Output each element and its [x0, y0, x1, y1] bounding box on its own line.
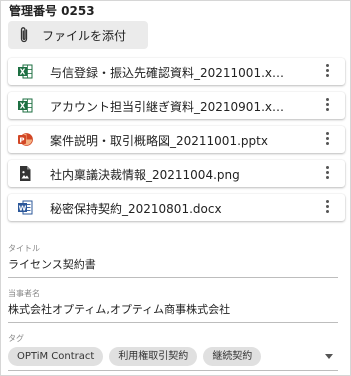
- excel-icon: X: [18, 64, 33, 79]
- parties-field[interactable]: 当事者名 株式会社オプティム,オプティム商事株式会社: [8, 288, 338, 323]
- more-options-icon[interactable]: [325, 98, 329, 113]
- tag-chip[interactable]: 利用権取引契約: [109, 347, 198, 366]
- svg-text:X: X: [20, 67, 26, 76]
- more-options-icon[interactable]: [325, 200, 329, 215]
- more-options-icon[interactable]: [325, 64, 329, 79]
- file-list: X 与信登録・振込先確認資料_20211001.x… X アカウント担当引継ぎ資…: [8, 58, 345, 228]
- tag-chip[interactable]: OPTiM Contract: [8, 347, 104, 366]
- file-item[interactable]: X アカウント担当引継ぎ資料_20210901.x…: [8, 92, 345, 119]
- image-file-icon: [20, 166, 31, 181]
- tag-list: OPTiM Contract 利用権取引契約 継続契約: [8, 347, 262, 366]
- file-name: アカウント担当引継ぎ資料_20210901.x…: [50, 100, 284, 114]
- file-item[interactable]: X 与信登録・振込先確認資料_20211001.x…: [8, 58, 345, 85]
- more-options-icon[interactable]: [325, 166, 329, 181]
- word-icon: W: [18, 200, 33, 215]
- title-value[interactable]: ライセンス契約書: [8, 256, 338, 272]
- title-field[interactable]: タイトル ライセンス契約書: [8, 243, 338, 278]
- tags-field: タグ: [8, 333, 338, 344]
- tags-underline: [8, 370, 338, 371]
- file-item[interactable]: P 案件説明・取引概略図_20211001.pptx: [8, 126, 345, 153]
- file-name: 秘密保持契約_20210801.docx: [50, 202, 222, 216]
- attach-file-button[interactable]: ファイルを添付: [8, 21, 148, 49]
- management-number: 管理番号 0253: [9, 4, 95, 18]
- tags-label: タグ: [8, 334, 24, 343]
- svg-text:X: X: [20, 101, 26, 110]
- file-name: 案件説明・取引概略図_20211001.pptx: [50, 134, 268, 148]
- tags-dropdown-arrow-icon[interactable]: [325, 354, 333, 359]
- more-options-icon[interactable]: [325, 132, 329, 147]
- parties-underline: [8, 322, 338, 323]
- parties-label: 当事者名: [8, 289, 40, 298]
- excel-icon: X: [18, 98, 33, 113]
- attach-file-label: ファイルを添付: [42, 29, 127, 43]
- paperclip-icon: [20, 27, 28, 43]
- powerpoint-icon: P: [18, 133, 33, 146]
- svg-text:P: P: [19, 136, 24, 144]
- parties-value[interactable]: 株式会社オプティム,オプティム商事株式会社: [8, 301, 338, 317]
- title-label: タイトル: [8, 244, 40, 253]
- file-item[interactable]: 社内稟議決裁情報_20211004.png: [8, 160, 345, 187]
- file-name: 与信登録・振込先確認資料_20211001.x…: [50, 66, 284, 80]
- file-name: 社内稟議決裁情報_20211004.png: [50, 168, 240, 182]
- svg-text:W: W: [19, 204, 27, 212]
- tag-chip[interactable]: 継続契約: [203, 347, 262, 366]
- file-item[interactable]: W 秘密保持契約_20210801.docx: [8, 194, 345, 221]
- title-underline: [8, 277, 338, 278]
